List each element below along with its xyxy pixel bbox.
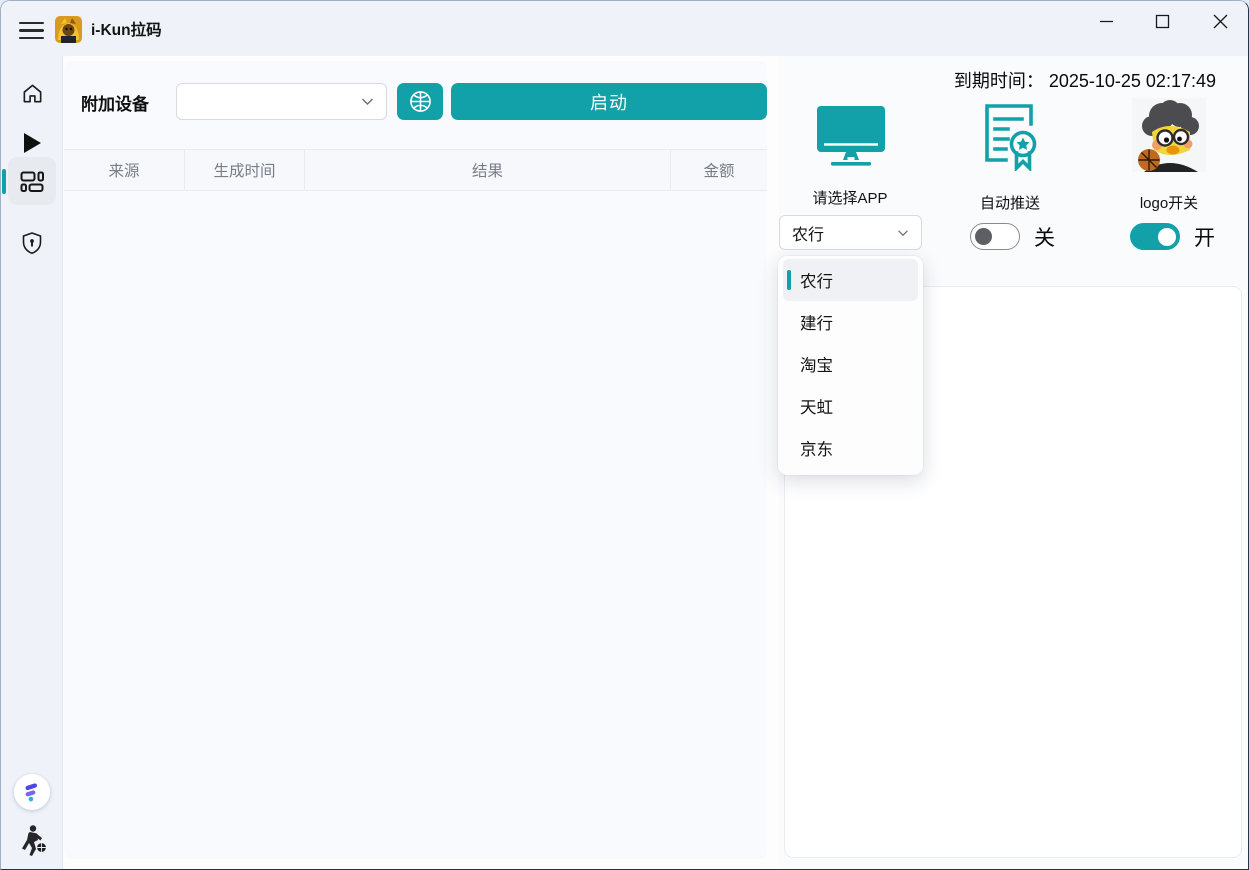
logo-switch-label: logo开关 bbox=[1140, 192, 1198, 213]
logo-avatar bbox=[1132, 98, 1206, 172]
table-header-amount: 金额 bbox=[670, 150, 767, 190]
shield-icon bbox=[21, 231, 43, 255]
app-title: i-Kun拉码 bbox=[91, 1, 162, 56]
sidebar-item-security[interactable] bbox=[1, 219, 63, 267]
flow-logo-icon bbox=[21, 781, 43, 803]
active-indicator bbox=[2, 169, 6, 194]
footer-logo-button[interactable] bbox=[14, 774, 50, 810]
basketball-player-button[interactable] bbox=[16, 824, 48, 858]
auto-push-state: 关 bbox=[1034, 222, 1055, 252]
option-label: 天虹 bbox=[800, 394, 833, 418]
dropdown-option-nongHang[interactable]: 农行 bbox=[783, 259, 918, 301]
certificate-icon bbox=[978, 101, 1042, 171]
play-icon bbox=[21, 131, 43, 155]
right-panel: 到期时间： 2025-10-25 02:17:49 请选择APP 农行 bbox=[779, 56, 1249, 870]
table-header-source: 来源 bbox=[64, 150, 184, 190]
expiry-value: 2025-10-25 02:17:49 bbox=[1049, 71, 1216, 91]
option-label: 京东 bbox=[800, 436, 833, 460]
device-label: 附加设备 bbox=[81, 90, 149, 115]
app-window: i-Kun拉码 bbox=[0, 0, 1249, 870]
table-header-time: 生成时间 bbox=[184, 150, 304, 190]
app-picker-label: 请选择APP bbox=[812, 187, 887, 208]
table-header-result: 结果 bbox=[304, 150, 670, 190]
basketball-icon bbox=[408, 89, 433, 114]
app-select[interactable]: 农行 bbox=[779, 215, 922, 250]
sidebar bbox=[1, 56, 63, 870]
menu-icon[interactable] bbox=[19, 22, 44, 39]
dropdown-option-taoBao[interactable]: 淘宝 bbox=[783, 343, 918, 385]
start-button[interactable]: 启动 bbox=[451, 83, 767, 120]
auto-push-toggle[interactable] bbox=[970, 223, 1020, 250]
home-icon bbox=[21, 82, 44, 105]
dropdown-option-tianHong[interactable]: 天虹 bbox=[783, 385, 918, 427]
chevron-down-icon bbox=[897, 229, 909, 237]
option-label: 农行 bbox=[800, 268, 833, 292]
titlebar: i-Kun拉码 bbox=[1, 1, 1248, 56]
basketball-player-icon bbox=[16, 824, 48, 858]
expiry-label: 到期时间： bbox=[954, 71, 1044, 91]
selected-indicator bbox=[787, 270, 791, 290]
table-header-row: 来源 生成时间 结果 金额 bbox=[64, 149, 767, 191]
toggle-knob bbox=[1158, 228, 1176, 246]
sidebar-item-apps[interactable] bbox=[1, 157, 63, 205]
logo-switch-state: 开 bbox=[1194, 222, 1215, 252]
device-select[interactable] bbox=[176, 83, 387, 120]
dropdown-option-jingDong[interactable]: 京东 bbox=[783, 427, 918, 469]
logo-switch-toggle[interactable] bbox=[1130, 223, 1180, 250]
chevron-down-icon bbox=[361, 97, 374, 106]
main-panel: 附加设备 启动 来源 生成时间 结果 金额 bbox=[64, 61, 767, 859]
minimize-button[interactable] bbox=[1084, 4, 1128, 38]
option-label: 建行 bbox=[800, 310, 833, 334]
basketball-action-button[interactable] bbox=[397, 83, 443, 120]
option-label: 淘宝 bbox=[800, 352, 833, 376]
app-dropdown-menu: 农行 建行 淘宝 天虹 京东 bbox=[778, 256, 923, 475]
monitor-icon bbox=[814, 104, 888, 168]
expiry-time: 到期时间： 2025-10-25 02:17:49 bbox=[954, 67, 1216, 93]
app-logo-icon bbox=[55, 16, 82, 43]
apps-grid-icon bbox=[19, 169, 45, 193]
maximize-button[interactable] bbox=[1140, 4, 1184, 38]
dropdown-option-jianHang[interactable]: 建行 bbox=[783, 301, 918, 343]
sidebar-item-home[interactable] bbox=[1, 69, 63, 117]
close-button[interactable] bbox=[1198, 4, 1242, 38]
toggle-knob bbox=[975, 228, 992, 245]
app-select-value: 农行 bbox=[792, 221, 824, 245]
auto-push-label: 自动推送 bbox=[980, 192, 1040, 213]
